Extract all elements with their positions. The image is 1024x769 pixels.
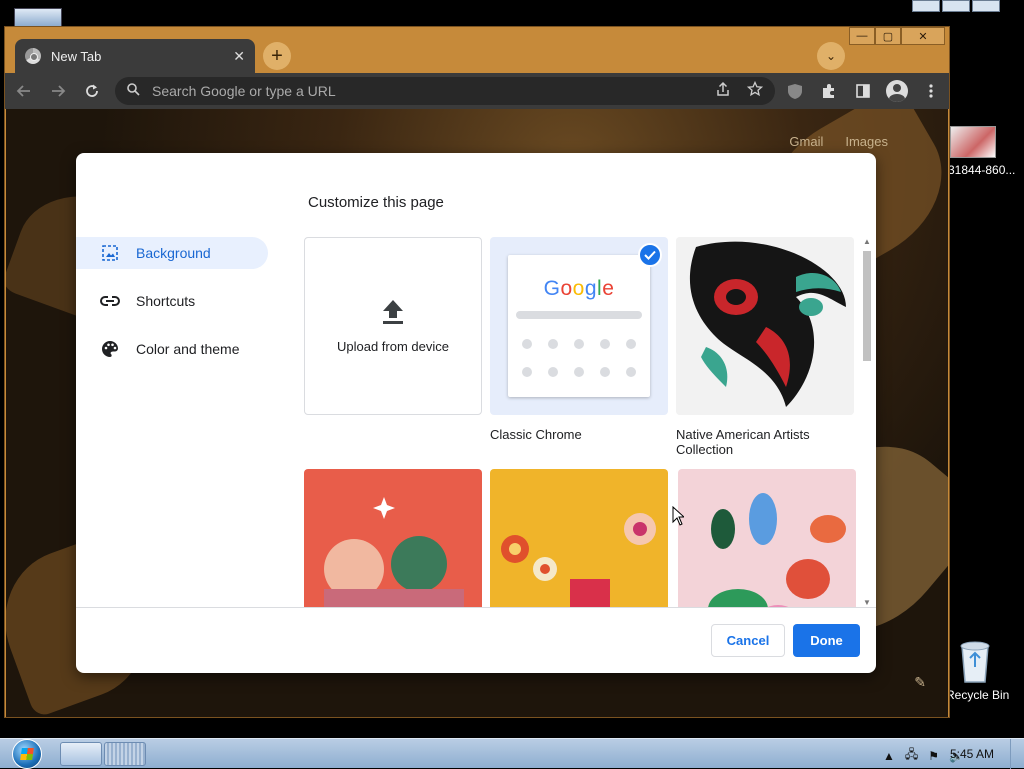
- network-icon[interactable]: 🖧: [905, 745, 918, 766]
- grid-scrollbar[interactable]: ▲ ▼: [860, 237, 874, 607]
- menu-item-label: Color and theme: [136, 341, 240, 357]
- start-button[interactable]: [8, 739, 46, 769]
- taskbar-app-explorer[interactable]: [60, 742, 102, 766]
- window-controls: — ▢ ✕: [849, 27, 945, 45]
- action-center-icon[interactable]: ⚑: [928, 749, 939, 763]
- maximize-button[interactable]: ▢: [875, 27, 901, 45]
- upload-from-device-tile[interactable]: Upload from device: [304, 237, 482, 415]
- customize-pencil-icon[interactable]: ✎: [914, 674, 926, 691]
- windows-logo-icon: [12, 739, 42, 769]
- background-window-controls: [912, 0, 1000, 12]
- desktop-photo-label[interactable]: 31844-860...: [948, 163, 1024, 177]
- footer-divider: [76, 607, 876, 608]
- close-window-button[interactable]: ✕: [901, 27, 945, 45]
- customize-menu: Background Shortcuts Color and theme: [76, 237, 276, 381]
- tab-strip: New Tab ✕ + ⌄ — ▢ ✕: [5, 27, 949, 73]
- new-tab-button[interactable]: +: [263, 42, 291, 70]
- scroll-down-arrow-icon[interactable]: ▼: [863, 598, 871, 607]
- images-link[interactable]: Images: [845, 134, 888, 149]
- gmail-link[interactable]: Gmail: [789, 134, 823, 149]
- background-collection-grid: Upload from device Google Classic Chrome: [304, 237, 868, 607]
- art-tile-flowers[interactable]: [490, 469, 668, 607]
- profile-avatar-icon[interactable]: [885, 77, 909, 105]
- link-icon: [100, 295, 120, 307]
- ntp-top-links: Gmail Images: [789, 134, 888, 149]
- forward-icon[interactable]: [43, 76, 73, 106]
- customize-dialog: Customize this page Background Shortcuts…: [76, 153, 876, 673]
- menu-item-label: Background: [136, 245, 211, 261]
- bookmark-star-icon[interactable]: [746, 80, 764, 101]
- art-tile-plants[interactable]: [678, 469, 856, 607]
- selected-check-icon: [638, 243, 662, 267]
- menu-item-label: Shortcuts: [136, 293, 196, 309]
- classic-chrome-label: Classic Chrome: [490, 427, 582, 442]
- show-desktop-button[interactable]: [1010, 739, 1024, 769]
- menu-kebab-icon[interactable]: [919, 77, 943, 105]
- tab-title: New Tab: [51, 48, 102, 64]
- chrome-icon: [25, 48, 41, 64]
- recycle-bin-icon[interactable]: [956, 638, 994, 684]
- tab-search-button[interactable]: ⌄: [817, 42, 845, 70]
- toolbar: [5, 73, 949, 109]
- minimize-button[interactable]: —: [849, 27, 875, 45]
- upload-label: Upload from device: [337, 338, 449, 354]
- close-tab-icon[interactable]: ✕: [233, 48, 245, 65]
- google-logo: Google: [543, 277, 615, 300]
- tray-expand-icon[interactable]: ▲: [883, 749, 895, 763]
- share-icon[interactable]: [715, 81, 731, 101]
- taskbar: ▲ 🖧 ⚑ 🔈 5:45 AM: [0, 738, 1024, 769]
- preview-search-bar: [516, 311, 642, 319]
- art-preview-girls: [304, 469, 482, 607]
- menu-item-shortcuts[interactable]: Shortcuts: [76, 285, 268, 317]
- palette-icon: [100, 340, 120, 358]
- upload-icon: [383, 299, 403, 324]
- extensions-puzzle-icon[interactable]: [817, 77, 841, 105]
- toolbar-actions: [783, 77, 943, 105]
- reload-icon[interactable]: [77, 76, 107, 106]
- taskbar-app-chrome[interactable]: [104, 742, 146, 766]
- ublock-extension-icon[interactable]: [783, 77, 807, 105]
- recycle-bin-label[interactable]: Recycle Bin: [946, 688, 1009, 702]
- classic-chrome-tile[interactable]: Google: [490, 237, 668, 415]
- scroll-up-arrow-icon[interactable]: ▲: [863, 237, 871, 246]
- image-icon: [100, 244, 120, 262]
- native-american-artists-tile[interactable]: [676, 237, 854, 415]
- tab-new-tab[interactable]: New Tab ✕: [15, 39, 255, 73]
- scrollbar-thumb[interactable]: [863, 251, 871, 361]
- desktop-photo-icon[interactable]: [950, 126, 996, 158]
- search-icon: [127, 83, 140, 99]
- menu-item-color-and-theme[interactable]: Color and theme: [76, 333, 268, 365]
- mouse-cursor-icon: [672, 506, 684, 526]
- done-button[interactable]: Done: [793, 624, 860, 657]
- back-icon[interactable]: [9, 76, 39, 106]
- taskbar-clock[interactable]: 5:45 AM: [950, 747, 994, 761]
- desktop: 31844-860... Recycle Bin New Tab ✕ + ⌄ —…: [0, 0, 1024, 769]
- side-panel-icon[interactable]: [851, 77, 875, 105]
- cancel-button[interactable]: Cancel: [711, 624, 785, 657]
- omnibox-input[interactable]: [152, 83, 699, 99]
- menu-item-background[interactable]: Background: [76, 237, 268, 269]
- native-american-label: Native American Artists Collection: [676, 427, 810, 457]
- classic-chrome-preview: Google: [508, 255, 650, 397]
- dialog-title: Customize this page: [308, 194, 444, 211]
- omnibox[interactable]: [115, 77, 775, 105]
- art-tile-girls[interactable]: [304, 469, 482, 607]
- art-preview-plants: [678, 469, 856, 607]
- art-preview-flowers: [490, 469, 668, 607]
- native-art-preview: [676, 237, 854, 415]
